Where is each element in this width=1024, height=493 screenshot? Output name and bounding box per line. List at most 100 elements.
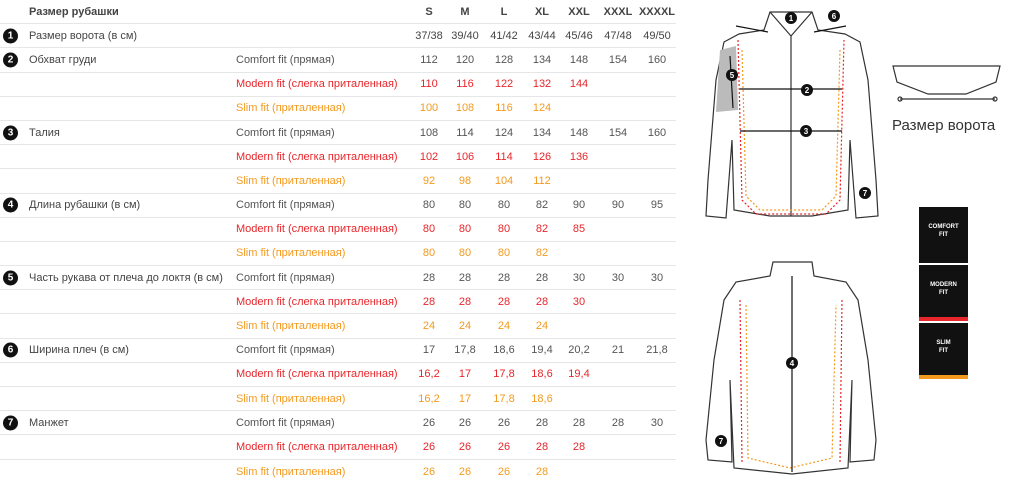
cell: 28 <box>458 271 472 284</box>
badge-line-1: COMFORT <box>928 224 959 230</box>
cell: 17,8 <box>493 368 515 381</box>
cell: 19,4 <box>568 368 590 381</box>
cell: 28 <box>535 465 549 478</box>
cell: 47/48 <box>604 29 632 42</box>
table-row: Slim fit (приталенная) 16,2 17 17,8 18,6 <box>0 387 676 412</box>
cell: 85 <box>572 223 586 236</box>
cell: 134 <box>532 126 552 139</box>
measure-name: Длина рубашки (в см) <box>29 199 141 212</box>
fit-label-slim: Slim fit (приталенная) <box>236 320 346 333</box>
fit-badge-comfort: COMFORT FIT <box>919 207 968 263</box>
number-badge: 3 <box>3 125 18 141</box>
fit-label-slim: Slim fit (приталенная) <box>236 465 346 478</box>
cell: 18,6 <box>531 368 553 381</box>
cell: 28 <box>458 295 472 308</box>
cell: 24 <box>422 320 436 333</box>
cell: 28 <box>497 271 511 284</box>
cell: 21,8 <box>646 344 668 357</box>
cell: 17 <box>422 344 436 357</box>
table-row: 4 Длина рубашки (в см) Comfort fit (прямая… <box>0 194 676 218</box>
cell: 28 <box>497 295 511 308</box>
size-header: XXXL <box>603 5 633 18</box>
cell: 126 <box>532 150 552 163</box>
cell: 110 <box>420 78 438 91</box>
cell: 122 <box>494 78 514 91</box>
cell: 90 <box>572 199 586 212</box>
number-badge: 2 <box>3 52 18 68</box>
fit-label-slim: Slim fit (приталенная) <box>236 247 346 260</box>
size-header: S <box>425 5 433 18</box>
badge-bar <box>919 259 968 263</box>
number-badge: 1 <box>3 28 18 44</box>
cell: 26 <box>497 465 511 478</box>
fit-label-comfort: Comfort fit (прямая) <box>236 199 335 212</box>
cell: 28 <box>535 295 549 308</box>
marker-7: 7 <box>863 189 868 198</box>
cell: 30 <box>650 271 664 284</box>
cell: 28 <box>572 440 586 453</box>
cell: 26 <box>458 416 472 429</box>
fit-badge-modern: MODERN FIT <box>919 265 968 321</box>
cell: 17 <box>458 392 472 405</box>
cell: 18,6 <box>493 344 515 357</box>
cell: 102 <box>419 150 439 163</box>
cell: 21 <box>611 344 625 357</box>
number-badge: 7 <box>3 415 18 431</box>
cell: 82 <box>535 247 549 260</box>
cell: 136 <box>569 150 589 163</box>
cell: 98 <box>458 174 472 187</box>
cell: 82 <box>535 199 549 212</box>
cell: 17,8 <box>454 344 476 357</box>
cell: 26 <box>497 440 511 453</box>
fit-label-comfort: Comfort fit (прямая) <box>236 344 335 357</box>
badge-bar <box>919 375 968 379</box>
fit-label-comfort: Comfort fit (прямая) <box>236 53 335 66</box>
cell: 116 <box>456 78 474 91</box>
fit-label-modern: Modern fit (слегка приталенная) <box>236 368 398 381</box>
table-row: 2 Обхват груди Comfort fit (прямая) 112 120 1… <box>0 48 676 73</box>
measure-name: Часть рукава от плеча до локтя (в см) <box>29 271 223 284</box>
cell: 90 <box>611 199 625 212</box>
cell: 49/50 <box>643 29 671 42</box>
cell: 124 <box>532 102 552 115</box>
cell: 80 <box>458 199 472 212</box>
measure-name: Манжет <box>29 416 69 429</box>
cell: 112 <box>533 174 551 187</box>
cell: 116 <box>495 102 513 115</box>
size-header: L <box>500 5 508 18</box>
cell: 17,8 <box>493 392 515 405</box>
fit-label-slim: Slim fit (приталенная) <box>236 174 346 187</box>
cell: 124 <box>494 126 514 139</box>
marker-7-back: 7 <box>719 437 724 446</box>
marker-4: 4 <box>790 359 795 368</box>
cell: 154 <box>608 126 628 139</box>
table-row: 7 Манжет Comfort fit (прямая) 26 26 26 28 28 28 3… <box>0 411 676 436</box>
cell: 104 <box>494 174 514 187</box>
fit-label-modern: Modern fit (слегка приталенная) <box>236 150 398 163</box>
cell: 80 <box>497 199 511 212</box>
table-row: Slim fit (приталенная) 24 24 24 24 <box>0 314 676 339</box>
measure-name: Обхват груди <box>29 53 97 66</box>
badge-line-2: FIT <box>939 348 948 354</box>
fit-label-comfort: Comfort fit (прямая) <box>236 126 335 139</box>
marker-5: 5 <box>730 71 735 80</box>
cell: 28 <box>535 271 549 284</box>
table-header-row: Размер рубашки S M L XL XXL XXXL XXXXL <box>0 0 676 25</box>
cell: 80 <box>458 247 472 260</box>
cell: 80 <box>422 199 436 212</box>
measure-rows: 2 Обхват груди Comfort fit (прямая) 112 120 1… <box>0 48 676 483</box>
cell: 80 <box>422 223 436 236</box>
table-row: Modern fit (слегка приталенная) 110 116 122… <box>0 73 676 97</box>
table-title: Размер рубашки <box>29 5 119 18</box>
badge-line-2: FIT <box>939 290 948 296</box>
table-row: Slim fit (приталенная) 80 80 80 82 <box>0 242 676 267</box>
fit-label-comfort: Comfort fit (прямая) <box>236 271 335 284</box>
cell: 108 <box>455 102 475 115</box>
cell: 108 <box>419 126 439 139</box>
badge-line-1: SLIM <box>936 340 951 346</box>
marker-3: 3 <box>804 127 809 136</box>
table-row: 5 Часть рукава от плеча до локтя (в см) Co… <box>0 266 676 291</box>
fit-label-modern: Modern fit (слегка приталенная) <box>236 78 398 91</box>
cell: 128 <box>494 53 514 66</box>
collar-drawing <box>892 65 1001 102</box>
